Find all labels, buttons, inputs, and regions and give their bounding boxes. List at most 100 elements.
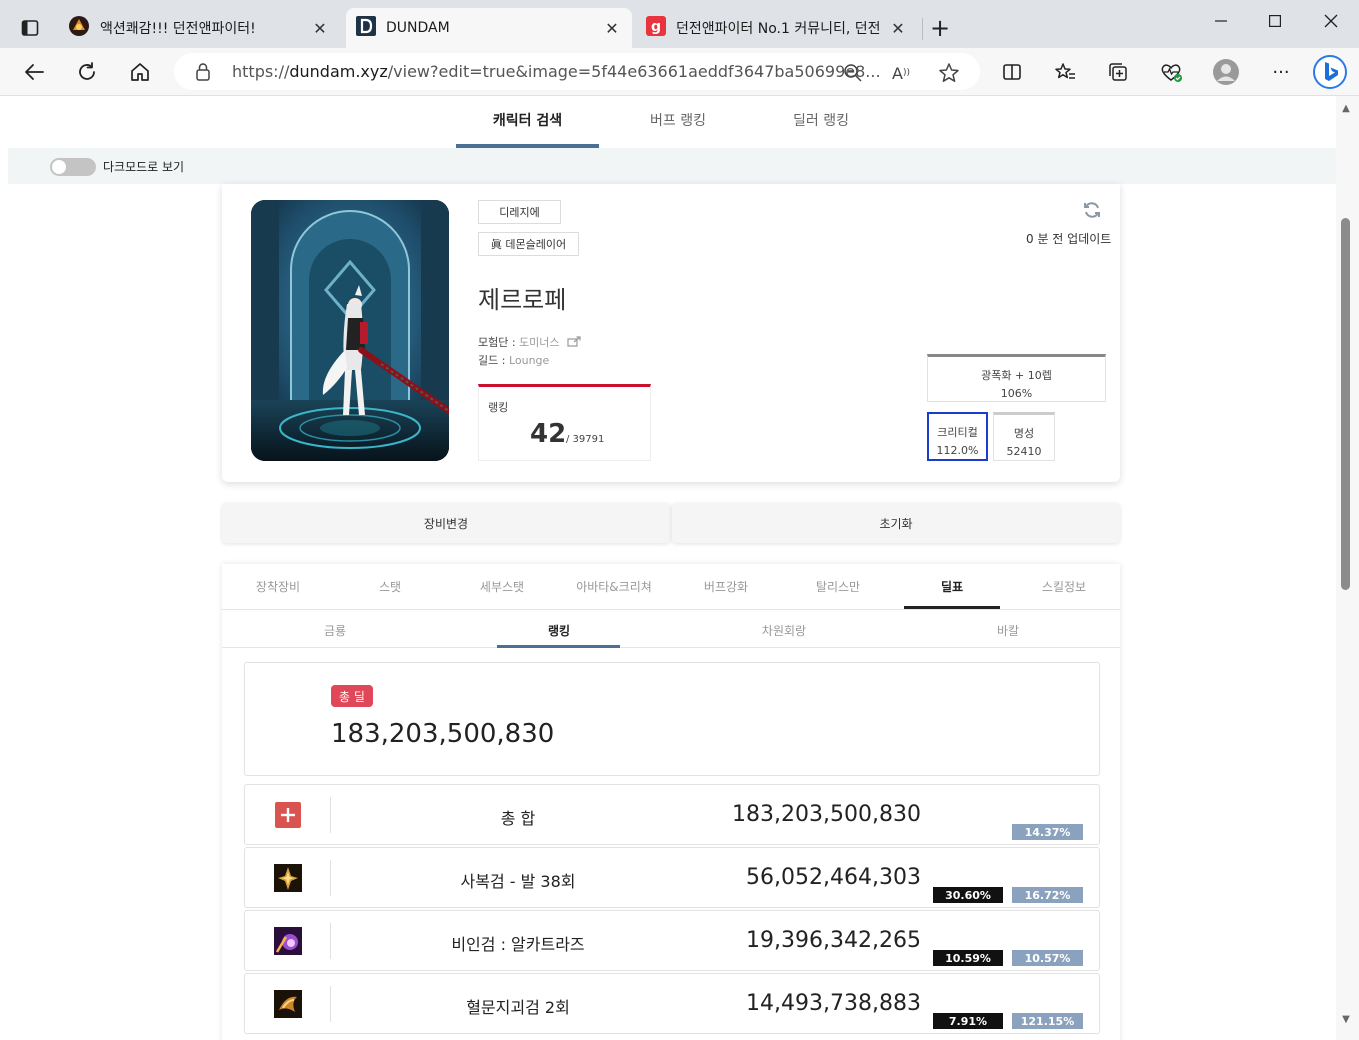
zoom-icon[interactable] xyxy=(842,62,864,84)
back-arrow-icon[interactable] xyxy=(16,54,52,90)
nav-buff-ranking[interactable]: 버프 랭킹 xyxy=(608,110,748,130)
character-name: 제르로페 xyxy=(478,286,567,314)
fame-stat-box: 명성 52410 xyxy=(993,412,1055,461)
plus-icon[interactable] xyxy=(274,801,302,829)
skill-pct-primary: 30.60% xyxy=(933,887,1003,903)
scrollbar-thumb[interactable] xyxy=(1341,218,1350,590)
rank-box: 랭킹 42 / 39791 xyxy=(478,384,651,461)
new-tab-plus-icon[interactable]: + xyxy=(922,10,958,46)
tab-avatar-creature[interactable]: 아바타&크리쳐 xyxy=(558,578,670,595)
external-link-icon[interactable] xyxy=(563,336,581,349)
community-favicon-icon: g xyxy=(646,16,666,40)
rank-number: 42 xyxy=(530,419,567,449)
bing-copilot-icon[interactable] xyxy=(1312,54,1348,90)
guild-name: Lounge xyxy=(508,354,550,367)
total-damage-badge: 총 딜 xyxy=(331,685,373,707)
skill-icon-biingeom xyxy=(274,927,302,955)
split-screen-icon[interactable] xyxy=(994,54,1030,90)
buff-stat-label: 광폭화 + 10렙 xyxy=(981,369,1052,382)
skill-icon-sabokgeom xyxy=(274,864,302,892)
buff-stat-value: 106% xyxy=(1000,387,1033,400)
fame-stat-label: 명성 xyxy=(1013,427,1035,440)
refresh-icon[interactable] xyxy=(69,54,105,90)
toggle-knob xyxy=(52,160,66,174)
close-icon[interactable]: ✕ xyxy=(602,19,622,38)
browser-toolbar: https://dundam.xyz/view?edit=true&image=… xyxy=(0,48,1359,96)
read-aloud-icon[interactable]: A)) xyxy=(890,62,912,84)
subtab-bakal[interactable]: 바칼 xyxy=(946,622,1070,639)
tab-actions-icon[interactable] xyxy=(12,10,48,46)
skill-pct-secondary: 10.57% xyxy=(1012,950,1083,966)
dark-mode-toggle[interactable] xyxy=(50,158,96,176)
browser-essentials-icon[interactable] xyxy=(1153,54,1189,90)
subtab-dimension-corridor[interactable]: 차원회랑 xyxy=(722,622,846,639)
critical-stat-value: 112.0% xyxy=(936,444,979,457)
tab-skill-info[interactable]: 스킬정보 xyxy=(1008,578,1120,595)
skill-pct-primary: 7.91% xyxy=(933,1013,1003,1029)
tab-community[interactable]: g 던전앤파이터 No.1 커뮤니티, 던전 ✕ xyxy=(636,8,918,48)
window-close-icon[interactable] xyxy=(1306,6,1356,36)
skill-icon-hyeolmun xyxy=(274,990,302,1018)
sub-tab-row: 금룡 랭킹 차원회랑 바칼 xyxy=(222,610,1120,648)
subtab-geumryong[interactable]: 금룡 xyxy=(273,622,397,639)
dnf-favicon-icon xyxy=(68,15,90,41)
lock-icon[interactable] xyxy=(194,62,212,86)
job-tag: 眞 데몬슬레이어 xyxy=(478,232,579,256)
skill-pct-secondary: 121.15% xyxy=(1012,1013,1083,1029)
tab-detail-stats[interactable]: 세부스탯 xyxy=(446,578,558,595)
tab-title: 던전앤파이터 No.1 커뮤니티, 던전 xyxy=(676,21,881,37)
subtab-active-underline xyxy=(497,645,620,648)
home-icon[interactable] xyxy=(122,54,158,90)
adventure-link[interactable]: 도미너스 xyxy=(519,336,559,349)
tab-stats[interactable]: 스탯 xyxy=(334,578,446,595)
more-menu-icon[interactable]: ··· xyxy=(1263,54,1299,90)
tab-dnf-official[interactable]: 액션쾌감!!! 던전앤파이터! ✕ xyxy=(58,8,340,48)
minimize-icon[interactable] xyxy=(1196,6,1246,36)
skill-damage: 14,493,738,883 xyxy=(746,991,921,1016)
skill-name: 혈문지괴검 2회 xyxy=(466,998,570,1017)
tab-title: 액션쾌감!!! 던전앤파이터! xyxy=(100,21,256,37)
scroll-up-arrow-icon[interactable]: ▲ xyxy=(1339,103,1353,115)
tab-dundam[interactable]: DUNDAM ✕ xyxy=(346,8,632,48)
url-path: /view?edit=true&image=5f44e63661aeddf364… xyxy=(387,62,881,81)
url-host: dundam.xyz xyxy=(289,62,388,81)
change-equipment-button[interactable]: 장비변경 xyxy=(222,503,670,543)
nav-dealer-ranking[interactable]: 딜러 랭킹 xyxy=(751,110,891,130)
dundam-favicon-icon xyxy=(356,16,376,40)
tab-equipment[interactable]: 장착장비 xyxy=(222,578,334,595)
fame-stat-value: 52410 xyxy=(1006,445,1042,458)
reset-button[interactable]: 초기화 xyxy=(672,503,1120,543)
tab-buff-enhance[interactable]: 버프강화 xyxy=(670,578,782,595)
skill-pct-primary: 10.59% xyxy=(933,950,1003,966)
dark-mode-bar: 다크모드로 보기 xyxy=(8,148,1336,184)
svg-text:g: g xyxy=(651,19,661,35)
detail-panel: 장착장비 스탯 세부스탯 아바타&크리쳐 버프강화 탈리스만 딜표 스킬정보 금… xyxy=(222,564,1120,1040)
character-profile-card: 디레지에 眞 데몬슬레이어 제르로페 모험단 : 도미너스 길드 : Loung… xyxy=(222,184,1120,482)
close-icon[interactable]: ✕ xyxy=(310,19,330,38)
favorite-star-icon[interactable] xyxy=(938,62,960,84)
maximize-icon[interactable] xyxy=(1250,6,1300,36)
rank-total: / 39791 xyxy=(566,434,605,445)
site-top-nav: 캐릭터 검색 버프 랭킹 딜러 랭킹 xyxy=(8,96,1336,148)
page-content: 캐릭터 검색 버프 랭킹 딜러 랭킹 다크모드로 보기 디레지에 眞 데몬슬레이… xyxy=(8,96,1336,1040)
skill-damage: 183,203,500,830 xyxy=(732,802,921,827)
subtab-ranking[interactable]: 랭킹 xyxy=(497,622,621,639)
tab-damage-table[interactable]: 딜표 xyxy=(896,578,1008,595)
profile-avatar-icon[interactable] xyxy=(1208,54,1244,90)
close-icon[interactable]: ✕ xyxy=(888,19,908,38)
scroll-down-arrow-icon[interactable]: ▼ xyxy=(1339,1014,1353,1026)
skill-name: 비인검 : 알카트라즈 xyxy=(451,935,585,954)
favorites-list-icon[interactable] xyxy=(1047,54,1083,90)
nav-character-search[interactable]: 캐릭터 검색 xyxy=(456,110,599,130)
server-tag: 디레지에 xyxy=(478,200,561,224)
skill-damage: 56,052,464,303 xyxy=(746,865,921,890)
adventure-info: 모험단 : 도미너스 xyxy=(478,334,581,350)
critical-stat-box: 크리티컬 112.0% xyxy=(927,412,988,461)
table-row: 혈문지괴검 2회 14,493,738,883 7.91% 121.15% xyxy=(244,973,1100,1034)
collections-icon[interactable] xyxy=(1100,54,1136,90)
rank-label: 랭킹 xyxy=(488,401,509,414)
adventure-label: 모험단 : xyxy=(478,336,520,349)
tab-talisman[interactable]: 탈리스만 xyxy=(782,578,894,595)
skill-damage: 19,396,342,265 xyxy=(746,928,921,953)
refresh-update-icon[interactable] xyxy=(1082,200,1102,224)
